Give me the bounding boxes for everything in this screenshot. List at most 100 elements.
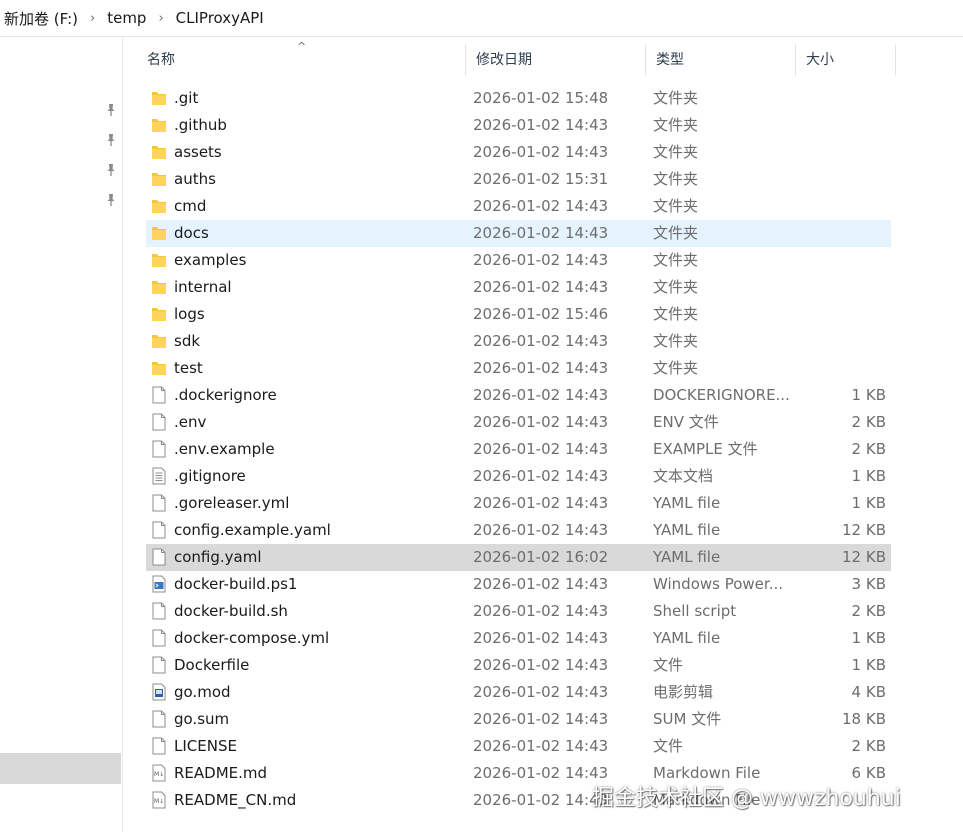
- file-row[interactable]: logs 2026-01-02 15:46 文件夹: [146, 301, 891, 328]
- file-row[interactable]: internal 2026-01-02 14:43 文件夹: [146, 274, 891, 301]
- file-row[interactable]: config.yaml 2026-01-02 16:02 YAML file 12 K…: [146, 544, 891, 571]
- file-date-modified: 2026-01-02 14:43: [473, 710, 609, 728]
- file-row[interactable]: go.sum 2026-01-02 14:43 SUM 文件 18 KB: [146, 706, 891, 733]
- file-type: ENV 文件: [653, 413, 719, 431]
- svg-text:M↓: M↓: [154, 771, 164, 778]
- file-icon: [151, 413, 167, 431]
- breadcrumb-item-drive[interactable]: 新加卷 (F:): [0, 8, 82, 29]
- column-header-type[interactable]: 类型: [646, 44, 796, 76]
- file-row[interactable]: .goreleaser.yml 2026-01-02 14:43 YAML file…: [146, 490, 891, 517]
- file-row[interactable]: .dockerignore 2026-01-02 14:43 DOCKERIGNOR…: [146, 382, 891, 409]
- file-type: 文件夹: [653, 305, 699, 323]
- folder-icon: [151, 170, 167, 188]
- file-date-modified: 2026-01-02 14:43: [473, 251, 609, 269]
- file-date-modified: 2026-01-02 14:43: [473, 575, 609, 593]
- file-row[interactable]: go.mod 2026-01-02 14:43 电影剪辑 4 KB: [146, 679, 891, 706]
- file-name: go.sum: [174, 710, 230, 728]
- file-row[interactable]: .github 2026-01-02 14:43 文件夹: [146, 112, 891, 139]
- file-name: config.example.yaml: [174, 521, 331, 539]
- file-row[interactable]: docs 2026-01-02 14:43 文件夹: [146, 220, 891, 247]
- file-row[interactable]: docker-build.sh 2026-01-02 14:43 Shell scr…: [146, 598, 891, 625]
- folder-icon: [151, 143, 167, 161]
- file-type: 文件夹: [653, 278, 699, 296]
- file-name: .env.example: [174, 440, 275, 458]
- folder-icon: [151, 251, 167, 269]
- file-row[interactable]: docker-compose.yml 2026-01-02 14:43 YAML f…: [146, 625, 891, 652]
- file-type: 文件夹: [653, 224, 699, 242]
- file-date-modified: 2026-01-02 14:43: [473, 521, 609, 539]
- pin-icon[interactable]: [104, 133, 118, 147]
- column-header-date[interactable]: 修改日期: [466, 44, 646, 76]
- file-row[interactable]: .git 2026-01-02 15:48 文件夹: [146, 85, 891, 112]
- markdown-file-icon: M↓: [151, 764, 167, 782]
- powershell-file-icon: [151, 575, 167, 593]
- file-row[interactable]: config.example.yaml 2026-01-02 14:43 YAML …: [146, 517, 891, 544]
- file-type: 文件夹: [653, 197, 699, 215]
- file-size: 18 KB: [842, 710, 886, 728]
- file-name: examples: [174, 251, 247, 269]
- file-date-modified: 2026-01-02 14:43: [473, 656, 609, 674]
- file-name: LICENSE: [174, 737, 237, 755]
- column-header-size[interactable]: 大小: [796, 44, 896, 76]
- file-icon: [151, 737, 167, 755]
- column-header-name[interactable]: 名称: [137, 44, 466, 76]
- folder-icon: [151, 332, 167, 350]
- pin-icon[interactable]: [104, 163, 118, 177]
- file-row[interactable]: cmd 2026-01-02 14:43 文件夹: [146, 193, 891, 220]
- folder-icon: [151, 305, 167, 323]
- file-row[interactable]: .env.example 2026-01-02 14:43 EXAMPLE 文件 2 …: [146, 436, 891, 463]
- file-size: 2 KB: [851, 737, 886, 755]
- file-date-modified: 2026-01-02 14:43: [473, 224, 609, 242]
- file-name: .dockerignore: [174, 386, 277, 404]
- file-name: .goreleaser.yml: [174, 494, 290, 512]
- file-row[interactable]: .env 2026-01-02 14:43 ENV 文件 2 KB: [146, 409, 891, 436]
- folder-icon: [151, 359, 167, 377]
- file-row[interactable]: auths 2026-01-02 15:31 文件夹: [146, 166, 891, 193]
- pin-icon[interactable]: [104, 193, 118, 207]
- file-name: .env: [174, 413, 207, 431]
- file-row[interactable]: LICENSE 2026-01-02 14:43 文件 2 KB: [146, 733, 891, 760]
- file-type: 文件夹: [653, 251, 699, 269]
- file-icon: [151, 629, 167, 647]
- breadcrumb-item-temp[interactable]: temp: [103, 9, 150, 27]
- watermark: 掘金技术社区 @ wwwzhouhui: [592, 786, 901, 811]
- file-icon: [151, 386, 167, 404]
- file-date-modified: 2026-01-02 15:31: [473, 170, 609, 188]
- breadcrumb: 新加卷 (F:) › temp › CLIProxyAPI: [0, 0, 963, 37]
- file-name: config.yaml: [174, 548, 262, 566]
- nav-selected-item[interactable]: [0, 753, 121, 784]
- file-row[interactable]: sdk 2026-01-02 14:43 文件夹: [146, 328, 891, 355]
- file-type: 文件夹: [653, 332, 699, 350]
- file-date-modified: 2026-01-02 14:43: [473, 494, 609, 512]
- file-date-modified: 2026-01-02 14:43: [473, 764, 609, 782]
- file-size: 1 KB: [851, 494, 886, 512]
- breadcrumb-item-current[interactable]: CLIProxyAPI: [172, 9, 268, 27]
- folder-icon: [151, 116, 167, 134]
- file-type: 文件夹: [653, 170, 699, 188]
- file-icon: [151, 521, 167, 539]
- file-size: 2 KB: [851, 440, 886, 458]
- file-size: 12 KB: [842, 521, 886, 539]
- file-row[interactable]: docker-build.ps1 2026-01-02 14:43 Windows …: [146, 571, 891, 598]
- file-row[interactable]: examples 2026-01-02 14:43 文件夹: [146, 247, 891, 274]
- chevron-right-icon[interactable]: ›: [82, 11, 103, 26]
- file-row[interactable]: test 2026-01-02 14:43 文件夹: [146, 355, 891, 382]
- file-name: docs: [174, 224, 209, 242]
- file-type: 电影剪辑: [653, 683, 714, 701]
- file-type: 文件夹: [653, 359, 699, 377]
- file-row[interactable]: assets 2026-01-02 14:43 文件夹: [146, 139, 891, 166]
- file-type: 文件夹: [653, 89, 699, 107]
- file-row[interactable]: Dockerfile 2026-01-02 14:43 文件 1 KB: [146, 652, 891, 679]
- file-row[interactable]: .gitignore 2026-01-02 14:43 文本文档 1 KB: [146, 463, 891, 490]
- markdown-file-icon: M↓: [151, 791, 167, 809]
- file-size: 3 KB: [851, 575, 886, 593]
- pin-icon[interactable]: [104, 103, 118, 117]
- file-type: EXAMPLE 文件: [653, 440, 758, 458]
- video-file-icon: [151, 683, 167, 701]
- file-type: Shell script: [653, 602, 737, 620]
- file-name: docker-compose.yml: [174, 629, 330, 647]
- file-icon: [151, 548, 167, 566]
- navigation-pane: [0, 37, 123, 832]
- file-date-modified: 2026-01-02 14:43: [473, 440, 609, 458]
- chevron-right-icon[interactable]: ›: [150, 11, 171, 26]
